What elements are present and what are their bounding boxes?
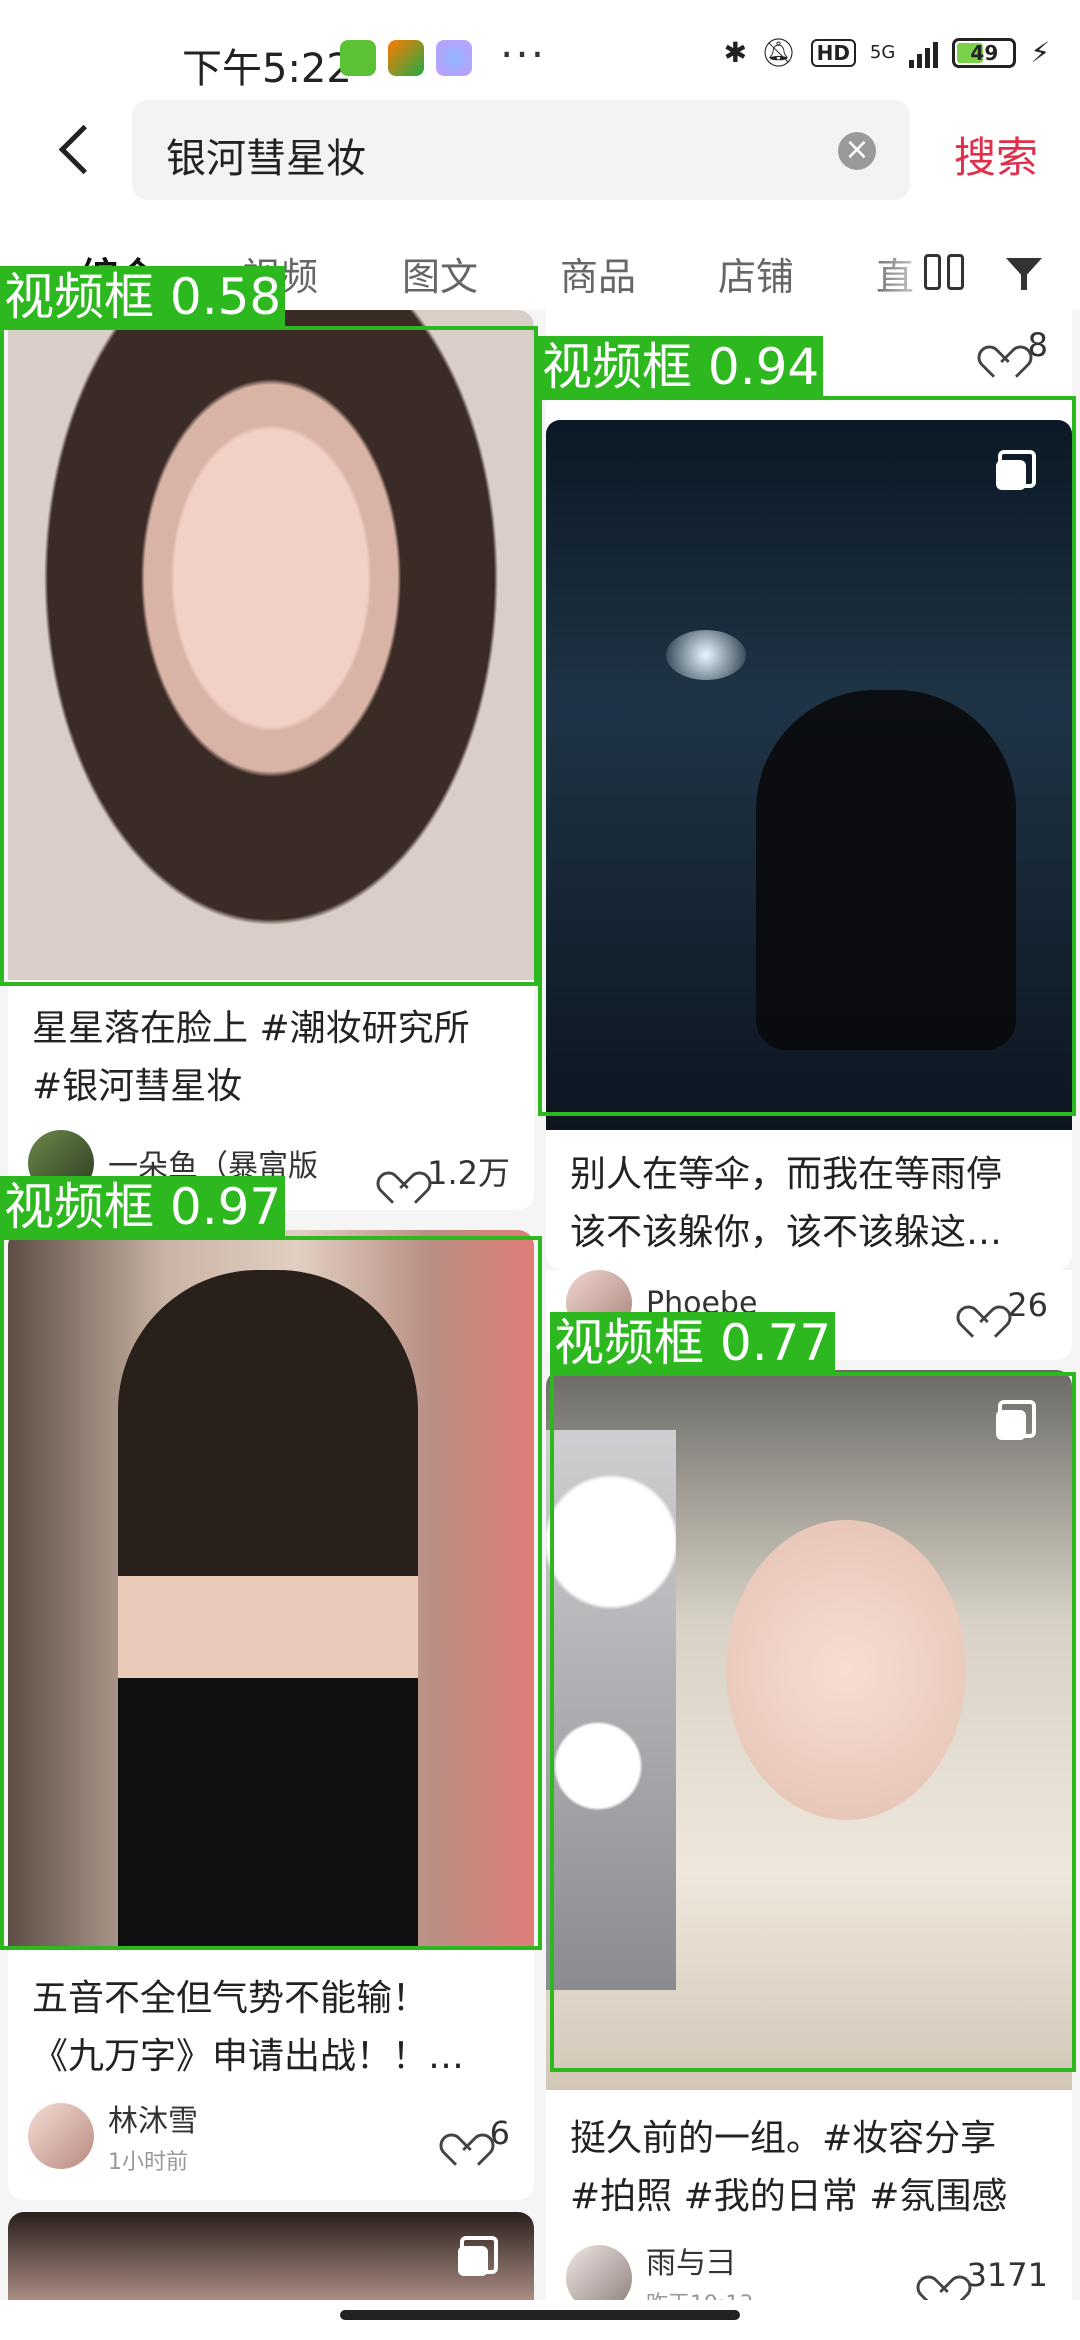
result-card[interactable]: 星星落在脸上 #潮妆研究所 #银河彗星妆 一朵鱼（暴富版 1.2万 xyxy=(8,310,534,1210)
heart-icon xyxy=(385,1156,419,1186)
avatar xyxy=(28,2103,94,2169)
mute-icon: 🔕︎ xyxy=(761,36,797,69)
post-time: 1小时前 xyxy=(108,2150,188,2175)
video-thumbnail[interactable] xyxy=(546,420,1072,1130)
bluetooth-icon: ✱ xyxy=(723,36,748,69)
hair-flowers xyxy=(546,1430,676,1990)
result-card[interactable]: 挺久前的一组。#妆容分享 #拍照 #我的日常 #氛围感 雨与彐 昨天19:13 … xyxy=(546,1370,1072,2300)
charging-icon: ⚡︎ xyxy=(1030,36,1050,69)
card-title-line: #银河彗星妆 xyxy=(32,1066,243,1107)
grid-layout-icon[interactable] xyxy=(924,254,964,290)
author-info[interactable]: 雨与彐 昨天19:13 xyxy=(566,2238,753,2300)
likes-value: 1.2万 xyxy=(427,1154,510,1192)
like-count[interactable]: 1.2万 xyxy=(385,1148,510,1194)
tab-products[interactable]: 商品 xyxy=(560,246,636,301)
detection-label: 视频框 0.97 xyxy=(0,1176,286,1238)
clear-icon[interactable]: × xyxy=(838,132,876,170)
figure-silhouette xyxy=(756,690,1016,1050)
like-count[interactable]: 3171 xyxy=(925,2256,1048,2294)
avatar xyxy=(566,2245,632,2300)
tab-stores[interactable]: 店铺 xyxy=(718,246,794,301)
search-input[interactable]: 银河彗星妆 × xyxy=(132,100,910,200)
image-thumbnail[interactable] xyxy=(8,2212,534,2300)
signal-icon xyxy=(909,38,939,68)
likes-value: 3171 xyxy=(966,2256,1048,2294)
heart-icon xyxy=(448,2118,482,2148)
card-title: 星星落在脸上 #潮妆研究所 #银河彗星妆 xyxy=(32,1000,470,1116)
author-name: 林沐雪 xyxy=(108,2104,198,2139)
multi-image-icon xyxy=(996,450,1036,490)
search-button[interactable]: 搜索 xyxy=(954,124,1038,185)
like-count[interactable]: 6 xyxy=(448,2114,510,2152)
card-title-line: 《九万字》申请出战！！… xyxy=(32,2036,465,2077)
app-icon-cluster xyxy=(436,40,472,76)
card-title: 挺久前的一组。#妆容分享 #拍照 #我的日常 #氛围感 xyxy=(570,2110,1007,2226)
search-row: 银河彗星妆 × 搜索 xyxy=(0,100,1080,200)
more-notifications-icon: ··· xyxy=(500,30,547,79)
card-title-line: 挺久前的一组。#妆容分享 xyxy=(570,2118,997,2159)
result-card[interactable]: 8 别人在等伞，而我在等雨停 该不该躲你，该不该躲这… xyxy=(546,310,1072,1270)
battery-icon: 49 xyxy=(952,37,1017,68)
hd-badge: HD xyxy=(810,38,856,67)
figure-silhouette xyxy=(118,1270,418,1950)
video-thumbnail[interactable] xyxy=(8,310,534,980)
image-thumbnail[interactable] xyxy=(546,1370,1072,2090)
multi-image-icon xyxy=(996,1400,1036,1440)
search-query: 银河彗星妆 xyxy=(166,136,366,182)
detection-label: 视频框 0.94 xyxy=(538,336,824,398)
card-title-line: 星星落在脸上 #潮妆研究所 xyxy=(32,1008,470,1049)
likes-value: 26 xyxy=(1007,1286,1048,1324)
network-label: 5G xyxy=(869,42,896,63)
heart-icon xyxy=(925,2260,959,2290)
card-title-line: 该不该躲你，该不该躲这… xyxy=(570,1212,1003,1253)
detection-label: 视频框 0.58 xyxy=(0,266,286,328)
face xyxy=(726,1520,966,1820)
video-thumbnail[interactable] xyxy=(8,1230,534,1950)
result-card[interactable] xyxy=(8,2212,534,2300)
like-count[interactable]: 26 xyxy=(965,1286,1048,1324)
multi-image-icon xyxy=(458,2236,498,2276)
app-icon-58 xyxy=(388,40,424,76)
battery-level: 49 xyxy=(970,40,999,65)
status-time: 下午5:22 xyxy=(182,46,352,92)
card-title-line: #拍照 #我的日常 #氛围感 xyxy=(570,2176,1008,2217)
card-title: 五音不全但气势不能输！ 《九万字》申请出战！！… xyxy=(32,1970,464,2086)
post-time: 昨天19:13 xyxy=(646,2286,753,2300)
author-info[interactable]: 林沐雪 1小时前 xyxy=(28,2096,198,2176)
back-icon[interactable] xyxy=(48,118,108,178)
result-card-footer[interactable]: 林沐雪 1小时前 6 xyxy=(8,2090,534,2200)
status-right: ✱ 🔕︎ HD 5G 49 ⚡︎ xyxy=(724,36,1050,69)
heart-icon xyxy=(986,330,1020,360)
results-feed: 星星落在脸上 #潮妆研究所 #银河彗星妆 一朵鱼（暴富版 1.2万 8 别人在等… xyxy=(0,310,1080,2300)
home-indicator[interactable] xyxy=(340,2310,740,2320)
card-title-line: 别人在等伞，而我在等雨停 xyxy=(570,1154,1003,1195)
filter-icon[interactable] xyxy=(1004,254,1044,294)
detection-label: 视频框 0.77 xyxy=(550,1312,836,1374)
app-icon-green xyxy=(340,40,376,76)
result-card[interactable]: 五音不全但气势不能输！ 《九万字》申请出战！！… xyxy=(8,1230,534,2130)
light-flare xyxy=(666,630,746,680)
card-title-line: 五音不全但气势不能输！ xyxy=(32,1978,429,2019)
tab-image-text[interactable]: 图文 xyxy=(402,246,478,301)
author-name: 雨与彐 xyxy=(646,2246,736,2281)
top-like-count[interactable]: 8 xyxy=(986,326,1048,364)
card-title: 别人在等伞，而我在等雨停 该不该躲你，该不该躲这… xyxy=(570,1146,1002,1262)
heart-icon xyxy=(965,1290,999,1320)
